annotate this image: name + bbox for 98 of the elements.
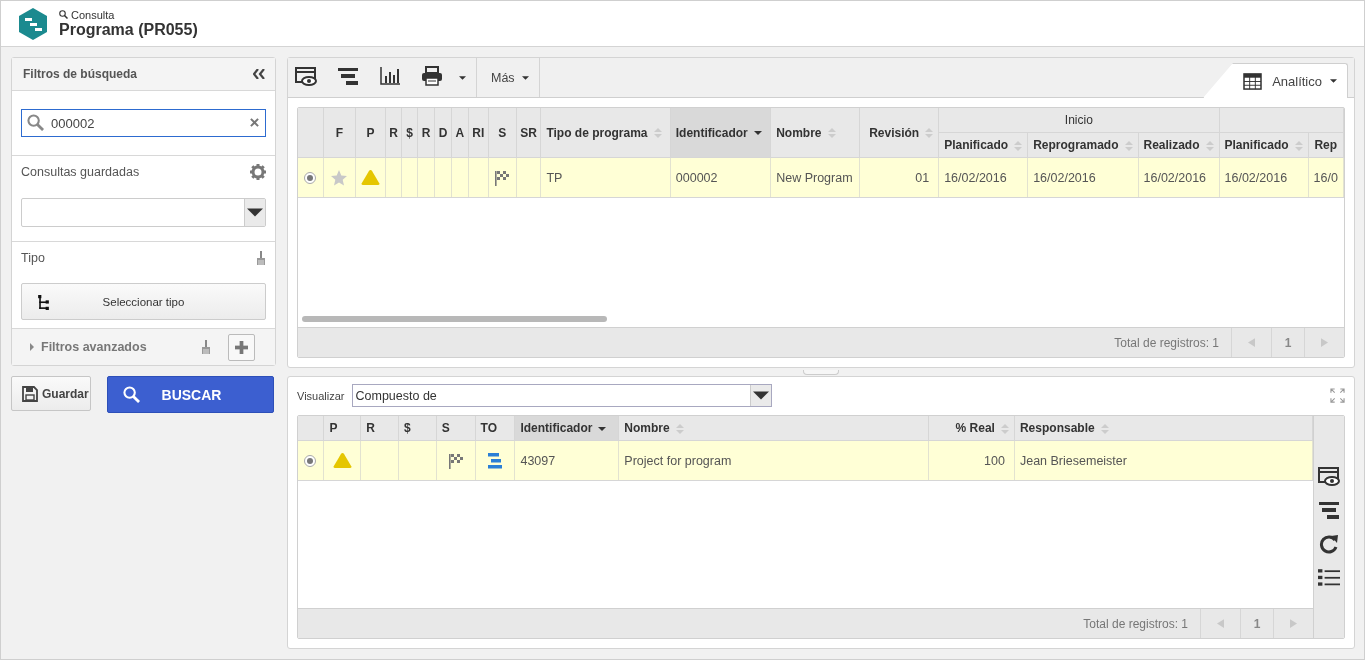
plus-icon: [235, 340, 248, 354]
table-cell: 43097: [514, 440, 619, 481]
next-icon: [1321, 338, 1328, 347]
view-icon[interactable]: [1318, 466, 1340, 486]
column-header: RI: [468, 108, 489, 158]
column-header: F: [323, 108, 356, 158]
gantt-icon: [487, 452, 503, 469]
collapse-icon[interactable]: [253, 69, 265, 79]
warning-icon: [332, 452, 352, 469]
star-icon: [330, 168, 349, 187]
column-header: S: [436, 416, 476, 441]
panel-title: Filtros de búsqueda: [23, 67, 137, 81]
search-field[interactable]: 000002: [21, 109, 266, 137]
splitter-handle[interactable]: [803, 370, 839, 375]
horizontal-scrollbar[interactable]: [302, 316, 607, 322]
column-header: P: [323, 416, 361, 441]
previous-icon: [1248, 338, 1255, 347]
column-header[interactable]: Tipo de programa: [540, 108, 671, 158]
column-header: R: [360, 416, 399, 441]
table-cell: 16/02/2016: [1219, 157, 1309, 198]
checkered-flag-icon: [447, 452, 464, 469]
save-button[interactable]: Guardar: [11, 376, 91, 411]
column-header: TO: [475, 416, 515, 441]
gantt-icon[interactable]: [337, 66, 359, 86]
caret-icon[interactable]: [459, 75, 466, 80]
column-header[interactable]: Realizado: [1138, 132, 1220, 158]
column-header: $: [398, 416, 437, 441]
table-icon: [1243, 72, 1263, 90]
search-button[interactable]: BUSCAR: [107, 376, 274, 413]
table-row[interactable]: TP 000002 New Program 01 16/02/2016 16/02/2016 16/02/2016 16/02/2016 16/0: [298, 157, 1344, 198]
select-type-button[interactable]: Seleccionar tipo: [21, 283, 266, 320]
table-row[interactable]: 43097 Project for program 100 Jean Briesemeister: [298, 440, 1313, 481]
refresh-icon[interactable]: [1318, 534, 1340, 554]
broom-icon[interactable]: [256, 251, 266, 265]
section-label: Consultas guardadas: [21, 165, 140, 179]
column-header[interactable]: Planificado: [938, 132, 1028, 158]
column-header[interactable]: Planificado: [1219, 132, 1309, 158]
section-label: Tipo: [21, 251, 45, 265]
next-icon: [1290, 619, 1297, 628]
expander-icon: [30, 343, 34, 351]
bar-chart-icon[interactable]: [379, 66, 401, 86]
caret-icon: [1330, 79, 1337, 83]
column-header[interactable]: Nombre: [770, 108, 860, 158]
field-label: Visualizar: [297, 389, 345, 402]
radio-button[interactable]: [304, 455, 316, 468]
caret-icon: [749, 385, 771, 406]
caret-icon: [521, 75, 529, 80]
print-icon[interactable]: [421, 66, 443, 86]
radio-button[interactable]: [304, 172, 316, 185]
more-menu-button[interactable]: Más: [477, 58, 540, 97]
column-header[interactable]: Revisión: [859, 108, 939, 158]
table-cell: 01: [859, 157, 939, 198]
column-header[interactable]: Nombre: [618, 416, 929, 441]
settings-icon[interactable]: [250, 164, 266, 180]
floppy-icon: [22, 385, 38, 402]
table-cell: 000002: [670, 157, 771, 198]
table-cell: 100: [928, 440, 1015, 481]
table-cell: Jean Briesemeister: [1014, 440, 1313, 481]
search-icon: [123, 386, 140, 403]
column-header[interactable]: Reprogramado: [1027, 132, 1138, 158]
caret-icon: [244, 199, 265, 226]
column-header: SR: [516, 108, 541, 158]
tree-icon: [38, 295, 49, 310]
column-header[interactable]: % Real: [928, 416, 1015, 441]
search-icon: [27, 114, 44, 131]
column-group-header: Inicio: [938, 108, 1220, 133]
column-header[interactable]: Identificador: [514, 416, 619, 441]
table-cell: 16/0: [1308, 157, 1344, 198]
record-count: Total de registros: 1: [1114, 335, 1220, 350]
expand-icon[interactable]: [1330, 388, 1345, 403]
table-cell: Project for program: [618, 440, 929, 481]
column-header[interactable]: Identificador: [670, 108, 771, 158]
table-cell: 16/02/2016: [1027, 157, 1138, 198]
search-icon: [59, 10, 68, 19]
page-number: 1: [1240, 609, 1273, 638]
app-logo-icon: [17, 6, 49, 41]
clear-icon[interactable]: [250, 118, 259, 127]
page-number: 1: [1271, 328, 1304, 357]
warning-icon: [360, 169, 380, 186]
breadcrumb-link[interactable]: Consulta: [59, 8, 115, 21]
table-cell: New Program: [770, 157, 860, 198]
table-cell: 16/02/2016: [938, 157, 1028, 198]
table-cell: TP: [540, 157, 671, 198]
checkered-flag-icon: [494, 169, 511, 186]
view-mode-tab[interactable]: Analítico: [1203, 63, 1348, 98]
add-filter-button[interactable]: [228, 333, 255, 361]
column-header[interactable]: Responsable: [1014, 416, 1313, 441]
view-dropdown[interactable]: Compuesto de: [351, 384, 772, 407]
broom-icon[interactable]: [201, 340, 211, 354]
column-header: P: [355, 108, 386, 158]
table-cell: 16/02/2016: [1138, 157, 1220, 198]
gantt-icon[interactable]: [1318, 500, 1340, 520]
list-icon[interactable]: [1318, 568, 1340, 588]
record-count: Total de registros: 1: [1083, 616, 1189, 631]
page-title: Programa (PR055): [59, 20, 198, 39]
previous-icon: [1217, 619, 1224, 628]
view-icon[interactable]: [295, 66, 317, 86]
column-header: S: [488, 108, 517, 158]
